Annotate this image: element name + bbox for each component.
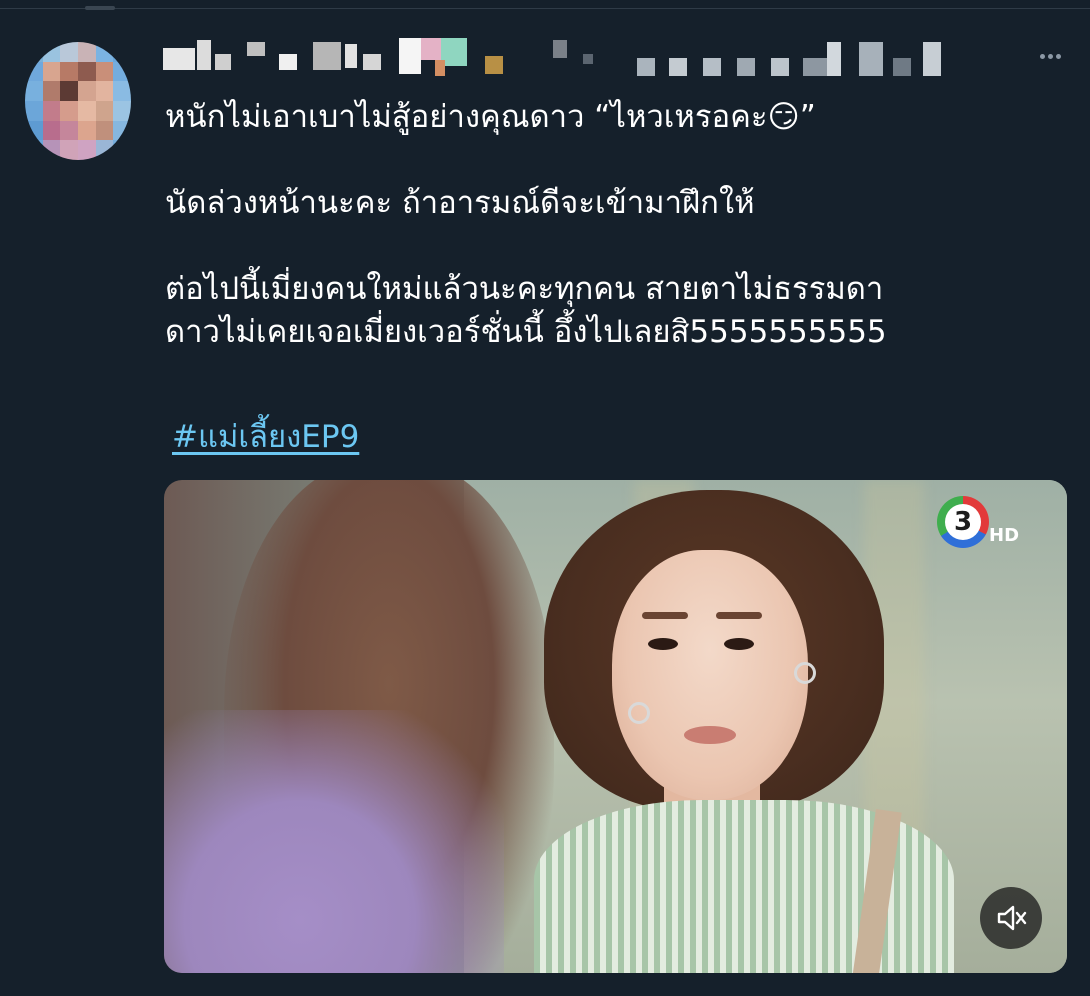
- username-censored[interactable]: [163, 38, 993, 78]
- mute-button[interactable]: [980, 887, 1042, 949]
- top-divider-notch: [85, 6, 115, 10]
- hd-label: HD: [989, 525, 1020, 546]
- person-lips: [684, 726, 736, 744]
- person-eye: [648, 638, 678, 650]
- channel-logo-number: 3: [945, 504, 981, 540]
- video-player[interactable]: 3 HD: [164, 480, 1067, 973]
- person-eyebrow: [716, 612, 762, 619]
- channel-logo: 3: [937, 496, 989, 548]
- earring: [794, 662, 816, 684]
- person-eye: [724, 638, 754, 650]
- person-eyebrow: [642, 612, 688, 619]
- top-divider: [0, 8, 1090, 9]
- avatar[interactable]: [25, 42, 131, 160]
- tweet-text: หนักไม่เอาเบาไม่สู้อย่างคุณดาว “ไหวเหรอค…: [165, 99, 887, 350]
- hashtag-link[interactable]: #แม่เลี้ยงEP9: [172, 416, 359, 459]
- person-face: [612, 550, 808, 800]
- earring: [628, 702, 650, 724]
- speaker-muted-icon: [997, 905, 1027, 931]
- more-options-icon[interactable]: [1036, 50, 1066, 64]
- blurred-foreground-shoulder: [164, 710, 504, 973]
